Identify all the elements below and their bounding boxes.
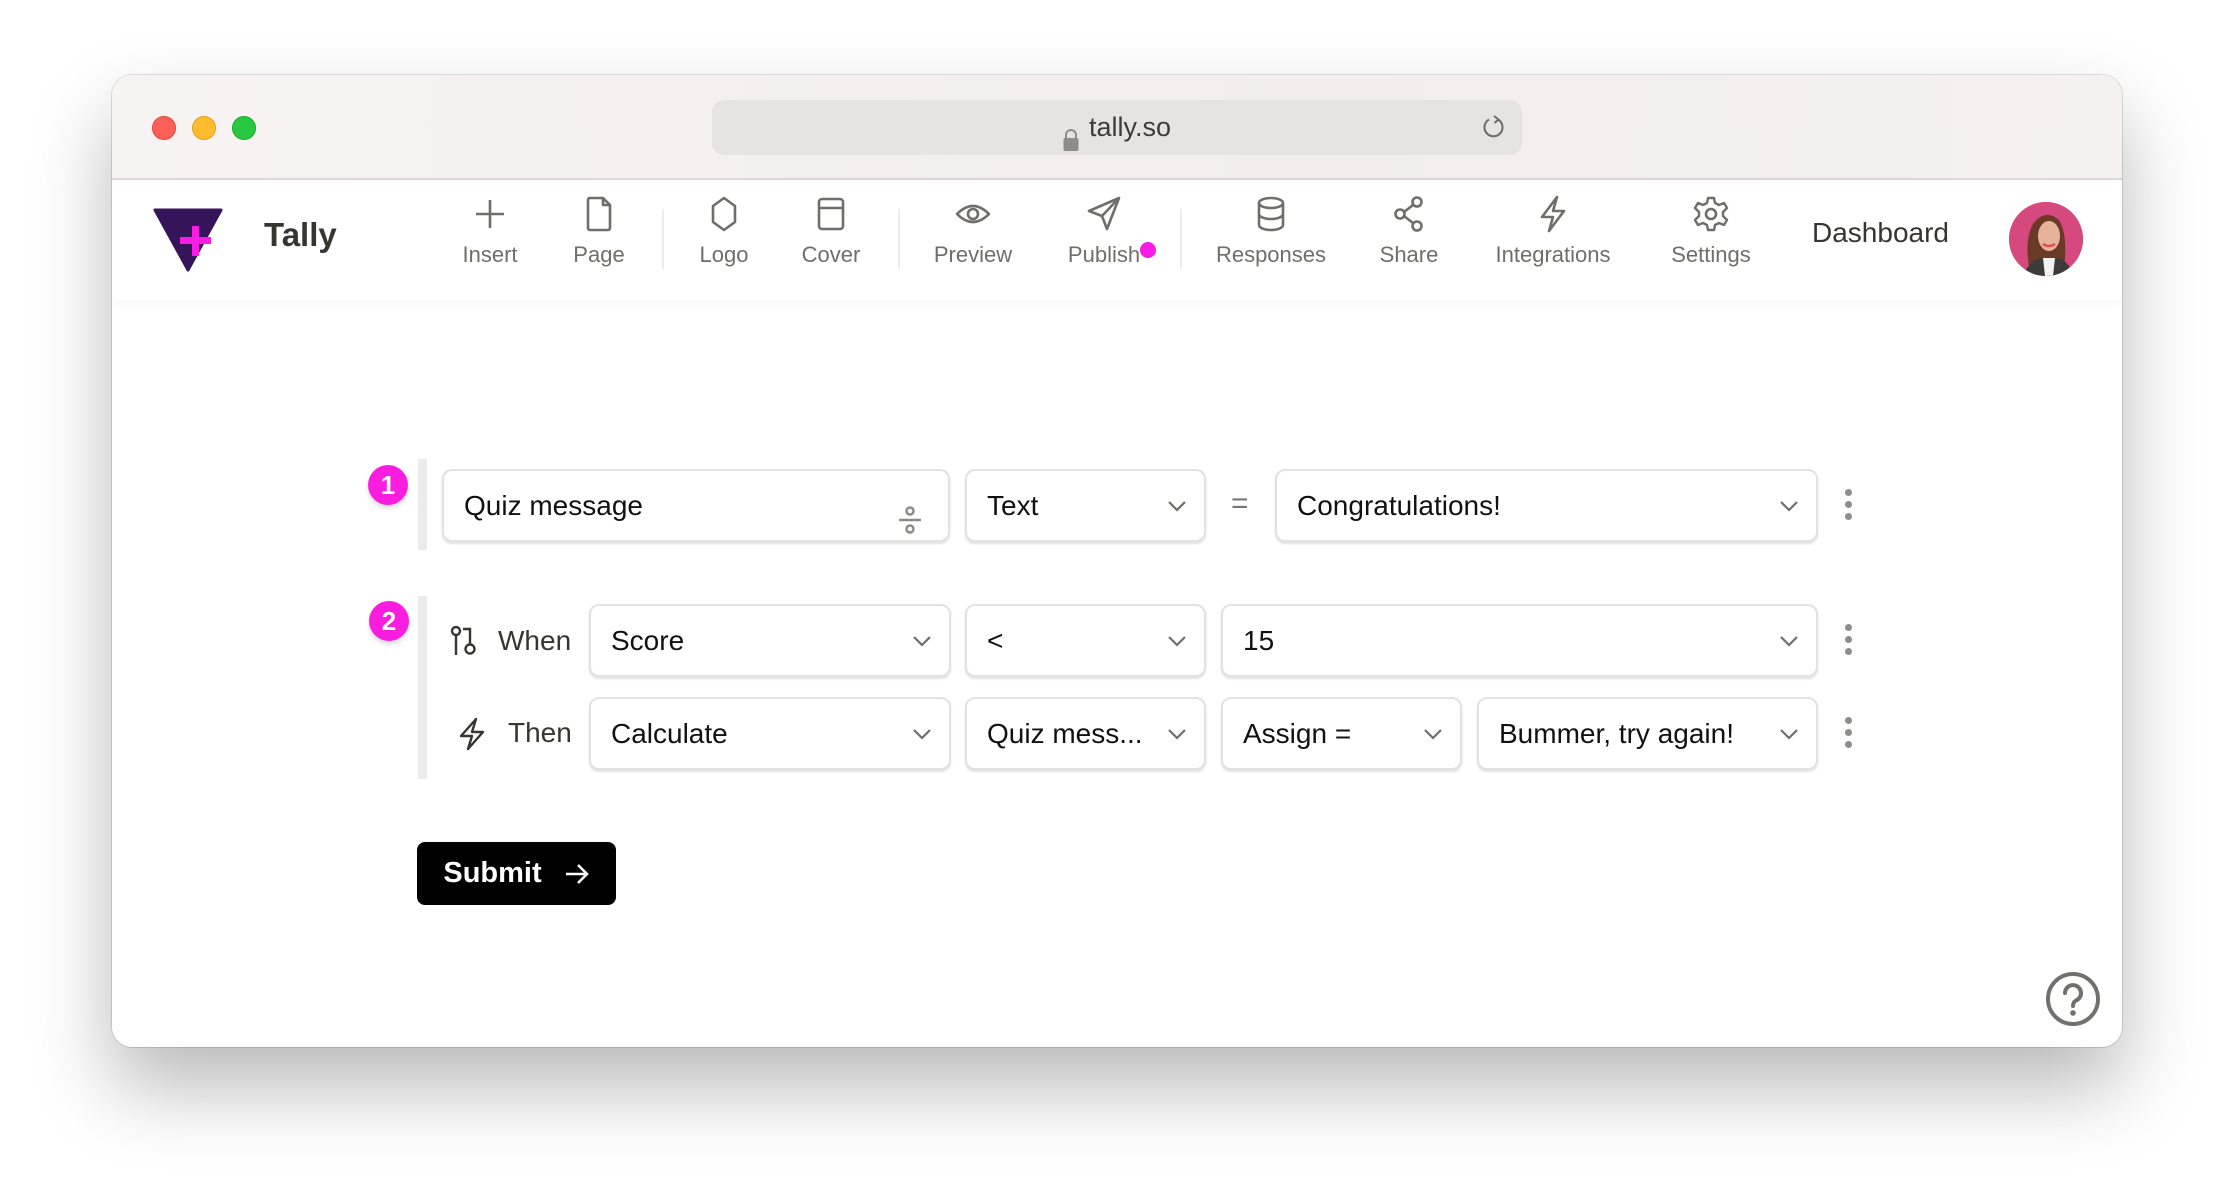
browser-titlebar: tally.so [112, 75, 2122, 180]
toolbar-label: Responses [1215, 242, 1327, 267]
operation-value: Assign = [1243, 718, 1352, 749]
assign-value-select[interactable]: Bummer, try again! [1477, 697, 1818, 770]
toolbar-publish[interactable]: Publish [1029, 194, 1179, 284]
value-select[interactable]: Congratulations! [1275, 469, 1818, 542]
type-select[interactable]: Text [965, 469, 1206, 542]
branch-icon [448, 624, 480, 658]
variable-name: Quiz message [464, 490, 643, 521]
condition-value: 15 [1243, 625, 1275, 656]
action-options-icon[interactable] [1843, 717, 1853, 751]
target-variable-select[interactable]: Quiz mess... [965, 697, 1206, 770]
comparator-value: < [987, 625, 1004, 656]
chevron-down-icon [1424, 729, 1442, 740]
help-icon[interactable] [2045, 971, 2101, 1027]
brand-name: Tally [264, 216, 337, 253]
toolbar-label: Cover [801, 242, 861, 267]
eye-icon [955, 204, 991, 224]
block-number-badge: 2 [369, 601, 409, 641]
chevron-down-icon [1780, 636, 1798, 647]
send-icon [1087, 196, 1121, 231]
tally-logo[interactable] [153, 208, 223, 272]
database-icon [1257, 196, 1285, 232]
chevron-down-icon [1780, 501, 1798, 512]
submit-button[interactable]: Submit [417, 842, 616, 905]
reload-icon[interactable] [1480, 113, 1508, 141]
close-window-button[interactable] [152, 116, 176, 140]
action-select[interactable]: Calculate [589, 697, 951, 770]
assign-value: Bummer, try again! [1499, 718, 1734, 749]
comparator-select[interactable]: < [965, 604, 1206, 677]
toolbar-label: Preview [933, 242, 1013, 267]
gear-icon [1693, 196, 1729, 232]
type-value: Text [987, 490, 1039, 521]
lightning-icon [456, 717, 488, 751]
toolbar-share[interactable]: Share [1334, 194, 1484, 284]
cover-icon [817, 197, 845, 231]
toolbar-divider [1180, 209, 1182, 269]
chevron-down-icon [913, 729, 931, 740]
address-bar[interactable]: tally.so [712, 100, 1522, 155]
toolbar-label: Publish [1067, 242, 1141, 267]
variable-field[interactable]: Quiz message [442, 469, 950, 542]
submit-label: Submit [443, 857, 542, 889]
value-text: Congratulations! [1297, 490, 1501, 521]
toolbar-preview[interactable]: Preview [898, 194, 1048, 284]
hexagon-icon [711, 196, 737, 232]
lock-icon [1063, 116, 1079, 151]
block-indicator-bar [418, 596, 427, 779]
condition-field-value: Score [611, 625, 685, 656]
condition-field-select[interactable]: Score [589, 604, 951, 677]
app-header: Tally Insert Page Logo Cover Preview Pub… [112, 180, 2122, 300]
browser-window: tally.so Tally Insert Page Logo Cover Pr… [112, 75, 2122, 1047]
chevron-down-icon [1168, 729, 1186, 740]
condition-options-icon[interactable] [1843, 624, 1853, 658]
toolbar-settings[interactable]: Settings [1636, 194, 1786, 284]
toolbar-label: Settings [1671, 242, 1751, 267]
block-options-icon[interactable] [1843, 489, 1853, 523]
maximize-window-button[interactable] [232, 116, 256, 140]
lightning-icon [1540, 195, 1566, 233]
divide-icon [896, 491, 924, 534]
then-label: Then [508, 717, 572, 748]
when-label: When [498, 625, 572, 656]
publish-notification-dot [1140, 242, 1156, 258]
target-variable-value: Quiz mess... [987, 718, 1143, 749]
chevron-down-icon [1168, 501, 1186, 512]
block-number-badge: 1 [368, 465, 408, 505]
share-icon [1394, 196, 1423, 232]
chevron-down-icon [1168, 636, 1186, 647]
dashboard-link[interactable]: Dashboard [1812, 217, 1949, 249]
toolbar-integrations[interactable]: Integrations [1478, 194, 1628, 284]
plus-icon [476, 200, 504, 228]
chevron-down-icon [1780, 729, 1798, 740]
chevron-down-icon [913, 636, 931, 647]
page-icon [586, 196, 612, 232]
block-indicator-bar [418, 459, 427, 550]
toolbar-label: Integrations [1495, 242, 1611, 267]
toolbar-cover[interactable]: Cover [756, 194, 906, 284]
condition-value-select[interactable]: 15 [1221, 604, 1818, 677]
url-text: tally.so [1088, 112, 1172, 142]
minimize-window-button[interactable] [192, 116, 216, 140]
user-avatar[interactable] [2009, 202, 2083, 276]
action-value: Calculate [611, 718, 728, 749]
operation-select[interactable]: Assign = [1221, 697, 1462, 770]
toolbar-responses[interactable]: Responses [1196, 194, 1346, 284]
arrow-right-icon [565, 863, 589, 884]
toolbar-label: Share [1379, 242, 1439, 267]
equals-operator: = [1231, 487, 1249, 520]
